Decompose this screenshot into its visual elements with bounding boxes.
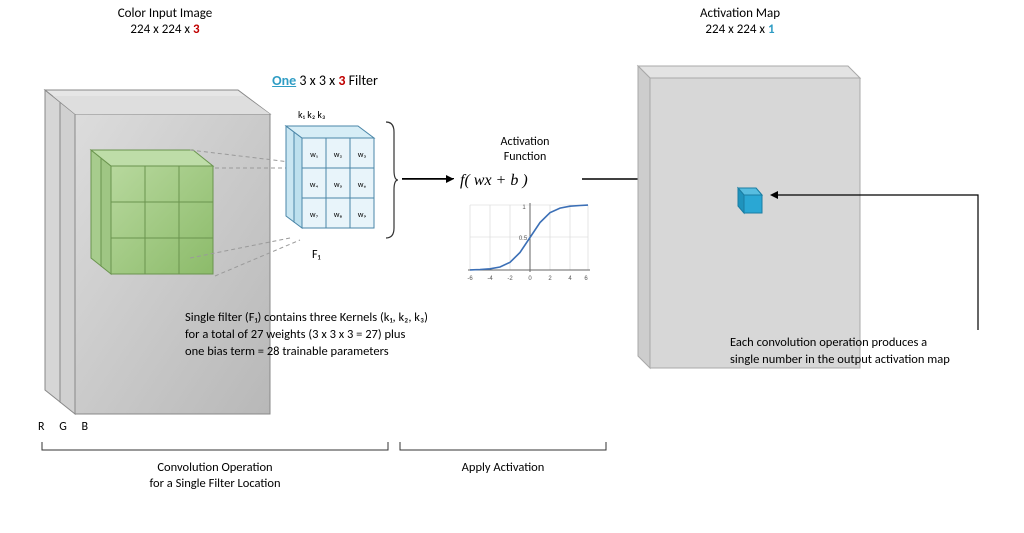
w7: w₇	[310, 210, 318, 220]
output-title: Activation Map 224 x 224 x 1	[650, 6, 830, 39]
input-dims-channels: 3	[193, 22, 200, 37]
channel-labels: R G B	[38, 420, 94, 434]
activation-label: Activation Function	[470, 135, 580, 165]
input-title-line1: Color Input Image	[118, 6, 213, 21]
filter-desc: Single filter (F₁) contains three Kernel…	[185, 310, 515, 361]
svg-text:-2: -2	[507, 276, 513, 282]
svg-text:-6: -6	[467, 276, 473, 282]
w1: w₁	[310, 150, 318, 160]
filter-rest-suf: Filter	[345, 72, 377, 89]
w8: w₈	[334, 210, 343, 220]
channel-r: R	[38, 420, 51, 434]
arrow-caption-to-pixel	[768, 190, 988, 350]
arrow-to-activation	[402, 178, 454, 179]
w4: w₄	[310, 180, 319, 190]
w3: w₃	[358, 150, 366, 160]
input-dims-prefix: 224 x 224 x	[130, 22, 193, 37]
filter-rest-pre: 3 x 3 x	[296, 72, 338, 89]
activation-formula: f( wx + b )	[460, 172, 528, 190]
filter-name: F₁	[312, 248, 320, 262]
svg-text:0.5: 0.5	[519, 236, 528, 242]
w9: w₉	[358, 210, 367, 220]
svg-text:-4: -4	[487, 276, 493, 282]
output-dims-prefix: 224 x 224 x	[705, 22, 768, 37]
w6: w₆	[358, 180, 367, 190]
sigmoid-chart: -6-4-2 0246 0.51	[460, 200, 590, 285]
filter-bracket-icon	[384, 120, 398, 240]
weight-labels: w₁ w₂ w₃ w₄ w₅ w₆ w₇ w₈ w₉	[302, 140, 374, 230]
channel-b: B	[82, 420, 95, 434]
output-title-line1: Activation Map	[700, 6, 780, 21]
bracket-stage1	[40, 440, 390, 458]
input-title: Color Input Image 224 x 224 x 3	[75, 6, 255, 39]
w2: w₂	[334, 150, 342, 160]
bracket-stage2	[398, 440, 608, 458]
channel-g: G	[59, 420, 73, 434]
w5: w₅	[334, 180, 342, 190]
output-dims-channels: 1	[768, 22, 775, 37]
output-caption: Each convolution operation produces a si…	[730, 335, 1010, 369]
stage2-label: Apply Activation	[398, 460, 608, 476]
stage1-label: Convolution Operation for a Single Filte…	[40, 460, 390, 493]
